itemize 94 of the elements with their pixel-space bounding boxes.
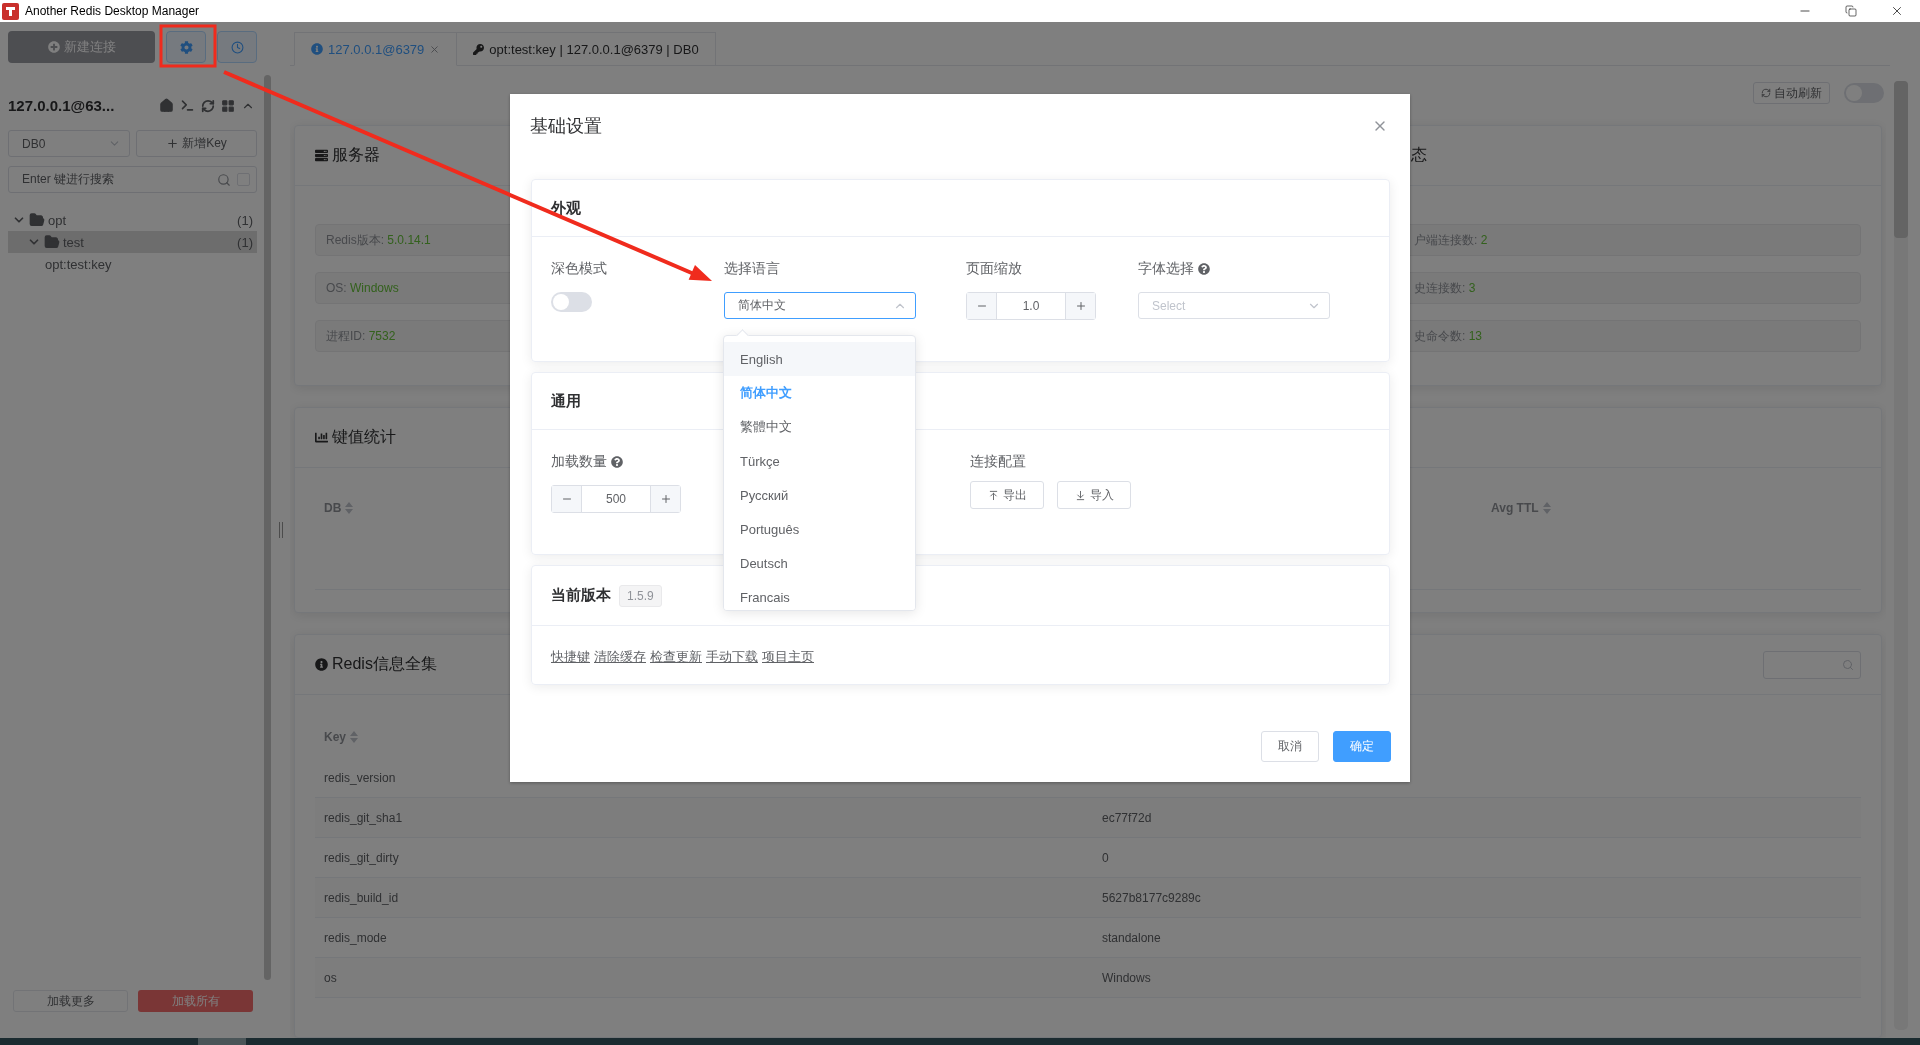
download-icon [1074, 489, 1086, 501]
sort-icon [350, 730, 358, 743]
search-icon [217, 172, 231, 187]
upload-icon [987, 489, 999, 501]
search-icon [1842, 658, 1854, 671]
table-cell-text: ec77f72d [1102, 810, 1153, 825]
link[interactable]: 快捷键 [551, 648, 590, 666]
dropdown-option[interactable]: Português [724, 512, 915, 546]
dropdown-option[interactable]: Türkçe [724, 444, 915, 478]
tree-item[interactable]: opt:test:key [8, 253, 257, 275]
increment-button[interactable] [1066, 293, 1095, 319]
settings-button[interactable] [166, 31, 206, 63]
tree-item[interactable]: opt (1) [8, 209, 257, 231]
terminal-icon[interactable] [180, 98, 195, 113]
cancel-button[interactable]: 取消 [1261, 731, 1319, 762]
decrement-button[interactable] [967, 293, 996, 319]
folder-icon [44, 234, 60, 250]
dialog-title: 基础设置 [530, 115, 602, 138]
sort-icon [345, 502, 354, 514]
decrement-button[interactable] [552, 486, 581, 512]
tree-label: opt:test:key [45, 256, 113, 272]
plus-icon [166, 137, 180, 150]
new-key-button[interactable]: 新增Key [136, 130, 257, 157]
resize-handle[interactable] [279, 522, 283, 538]
dropdown-option[interactable]: Русский [724, 478, 915, 512]
clock-icon [230, 40, 244, 54]
card-title: 服务器 [332, 145, 380, 165]
grid-icon[interactable] [221, 98, 235, 113]
table-cell-text: 5627b8177c9289c [1102, 890, 1202, 905]
sort-icon [1542, 502, 1551, 514]
scrollbar-thumb[interactable] [264, 75, 271, 980]
table-cell-text: Windows [1102, 970, 1152, 985]
version-badge: 1.5.9 [619, 584, 662, 607]
table-cell-text: redis_git_dirty [324, 850, 400, 865]
gear-icon [179, 40, 193, 54]
card-title: 态 [1411, 145, 1427, 165]
info-icon [315, 658, 328, 671]
card-title: 键值统计 [332, 427, 396, 447]
import-button[interactable]: 导入 [1057, 481, 1131, 509]
table-cell-text: redis_version [324, 770, 397, 785]
folder-icon [29, 212, 45, 228]
help-icon [611, 456, 623, 468]
close-tab-icon[interactable] [429, 43, 441, 55]
load-more-button[interactable]: 加载更多 [13, 990, 128, 1012]
tree-count: (1) [237, 234, 253, 250]
export-button[interactable]: 导出 [970, 481, 1044, 509]
dropdown-option[interactable]: 繁體中文 [724, 410, 915, 444]
home-icon[interactable] [159, 98, 174, 113]
increment-button[interactable] [651, 486, 680, 512]
dark-mode-switch[interactable] [551, 292, 592, 312]
search-field[interactable] [1763, 650, 1861, 679]
table-cell-text: 0 [1102, 850, 1110, 865]
refresh-icon [1761, 88, 1771, 98]
server-icon [315, 149, 328, 162]
load-count-input[interactable]: 500 [551, 485, 681, 513]
close-icon[interactable] [1890, 4, 1904, 18]
table-cell-text: redis_git_sha1 [324, 810, 404, 825]
plus-icon [1074, 300, 1087, 312]
highlight-frame [159, 24, 217, 68]
field-label: 连接配置 [970, 453, 1026, 471]
table-cell-text: os [324, 970, 338, 985]
window-title: Another Redis Desktop Manager [25, 4, 201, 18]
section-title: 通用 [551, 391, 581, 411]
tree-label: opt [48, 212, 68, 228]
zoom-input[interactable]: 1.0 [966, 292, 1096, 320]
help-icon [1198, 263, 1210, 275]
link[interactable]: 检查更新 [650, 648, 702, 666]
tree-count: (1) [237, 212, 253, 228]
language-select[interactable]: 简体中文 [724, 292, 916, 319]
link[interactable]: 手动下载 [706, 648, 758, 666]
search-field[interactable]: Enter 键进行搜索 [8, 166, 257, 193]
key-icon [473, 43, 485, 55]
bar-chart-icon [315, 431, 328, 444]
dropdown-option[interactable]: Francais [724, 580, 915, 610]
field-label: 加载数量 [551, 453, 607, 471]
tree-label: test [63, 234, 85, 250]
link[interactable]: 清除缓存 [594, 648, 646, 666]
connection-title: 127.0.0.1@63... [8, 97, 116, 114]
history-button[interactable] [217, 31, 257, 63]
table-cell-text: redis_build_id [324, 890, 400, 905]
tab[interactable]: opt:test:key | 127.0.0.1@6379 | DB0 [457, 32, 716, 66]
info-icon [311, 43, 323, 55]
restore-icon[interactable] [1845, 5, 1857, 17]
dropdown-option[interactable]: English [724, 342, 915, 376]
table-cell-text: standalone [1102, 930, 1162, 945]
scrollbar-thumb[interactable] [1894, 81, 1908, 238]
auto-refresh-button[interactable]: 自动刷新 [1753, 82, 1830, 104]
plus-icon [659, 493, 672, 505]
card-title: Redis信息全集 [332, 654, 437, 674]
section-title: 当前版本 [551, 586, 611, 605]
table-cell-text: redis_mode [324, 930, 388, 945]
dropdown-option[interactable]: Deutsch [724, 546, 915, 580]
link[interactable]: 项目主页 [762, 648, 814, 666]
refresh-icon[interactable] [201, 98, 215, 113]
